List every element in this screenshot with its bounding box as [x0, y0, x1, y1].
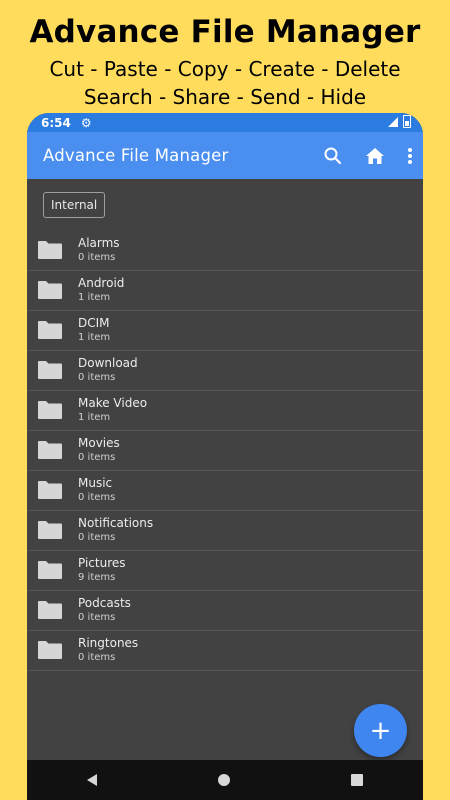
status-time: 6:54 [41, 115, 71, 130]
folder-icon [37, 520, 63, 544]
folder-name: Ringtones [78, 636, 139, 650]
more-options-icon[interactable] [407, 147, 413, 165]
signal-icon [388, 116, 398, 127]
folder-name: DCIM [78, 316, 110, 330]
folder-icon [37, 320, 63, 344]
folder-name: Movies [78, 436, 120, 450]
home-icon[interactable] [365, 147, 385, 165]
status-bar: 6:54 ⚙ [27, 113, 423, 132]
app-bar: Advance File Manager [27, 132, 423, 179]
folder-name: Podcasts [78, 596, 131, 610]
folder-name: Download [78, 356, 138, 370]
folder-icon [37, 560, 63, 584]
folder-icon [37, 280, 63, 304]
folder-item-count: 1 item [78, 332, 111, 343]
status-indicators [388, 115, 411, 128]
settings-gear-icon: ⚙ [80, 115, 92, 130]
promo-features-line-2: Search - Share - Send - Hide [83, 85, 367, 109]
list-item[interactable]: Music 0 items [27, 471, 423, 511]
navigation-bar [27, 760, 423, 800]
list-item[interactable]: Alarms 0 items [27, 231, 423, 271]
folder-name: Music [78, 476, 113, 490]
folder-item-count: 0 items [78, 452, 116, 463]
promo-features-line-1: Cut - Paste - Copy - Create - Delete [49, 57, 401, 81]
phone-screen: 6:54 ⚙ Advance File Manager Internal Ala… [27, 113, 423, 800]
folder-icon [37, 480, 63, 504]
list-item[interactable]: Movies 0 items [27, 431, 423, 471]
folder-name: Make Video [78, 396, 148, 410]
list-item[interactable]: Make Video 1 item [27, 391, 423, 431]
recent-apps-icon[interactable] [350, 774, 363, 786]
list-item[interactable]: DCIM 1 item [27, 311, 423, 351]
folder-name: Android [78, 276, 125, 290]
folder-icon [37, 360, 63, 384]
promo-title: Advance File Manager [29, 14, 421, 50]
folder-item-count: 9 items [78, 572, 116, 583]
list-item[interactable]: Podcasts 0 items [27, 591, 423, 631]
folder-item-count: 0 items [78, 372, 116, 383]
add-fab-button[interactable]: + [354, 704, 407, 757]
back-icon[interactable] [87, 774, 98, 786]
list-item[interactable]: Pictures 9 items [27, 551, 423, 591]
folder-item-count: 1 item [78, 292, 111, 303]
folder-icon [37, 240, 63, 264]
folder-item-count: 0 items [78, 252, 116, 263]
folder-icon [37, 640, 63, 664]
folder-item-count: 0 items [78, 532, 116, 543]
folder-icon [37, 440, 63, 464]
list-item[interactable]: Download 0 items [27, 351, 423, 391]
home-nav-icon[interactable] [217, 774, 230, 786]
folder-name: Pictures [78, 556, 126, 570]
search-icon[interactable] [323, 146, 343, 166]
folder-item-count: 0 items [78, 612, 116, 623]
folder-item-count: 1 item [78, 412, 111, 423]
folder-name: Notifications [78, 516, 154, 530]
folder-list: Alarms 0 items Android 1 item DCIM 1 item Down… [27, 231, 423, 671]
folder-item-count: 0 items [78, 652, 116, 663]
folder-item-count: 0 items [78, 492, 116, 503]
list-item[interactable]: Ringtones 0 items [27, 631, 423, 671]
list-item[interactable]: Notifications 0 items [27, 511, 423, 551]
folder-icon [37, 600, 63, 624]
storage-internal-chip[interactable]: Internal [43, 192, 106, 218]
folder-icon [37, 400, 63, 424]
folder-name: Alarms [78, 236, 120, 250]
app-title: Advance File Manager [43, 146, 229, 165]
list-item[interactable]: Android 1 item [27, 271, 423, 311]
battery-icon [403, 115, 411, 128]
